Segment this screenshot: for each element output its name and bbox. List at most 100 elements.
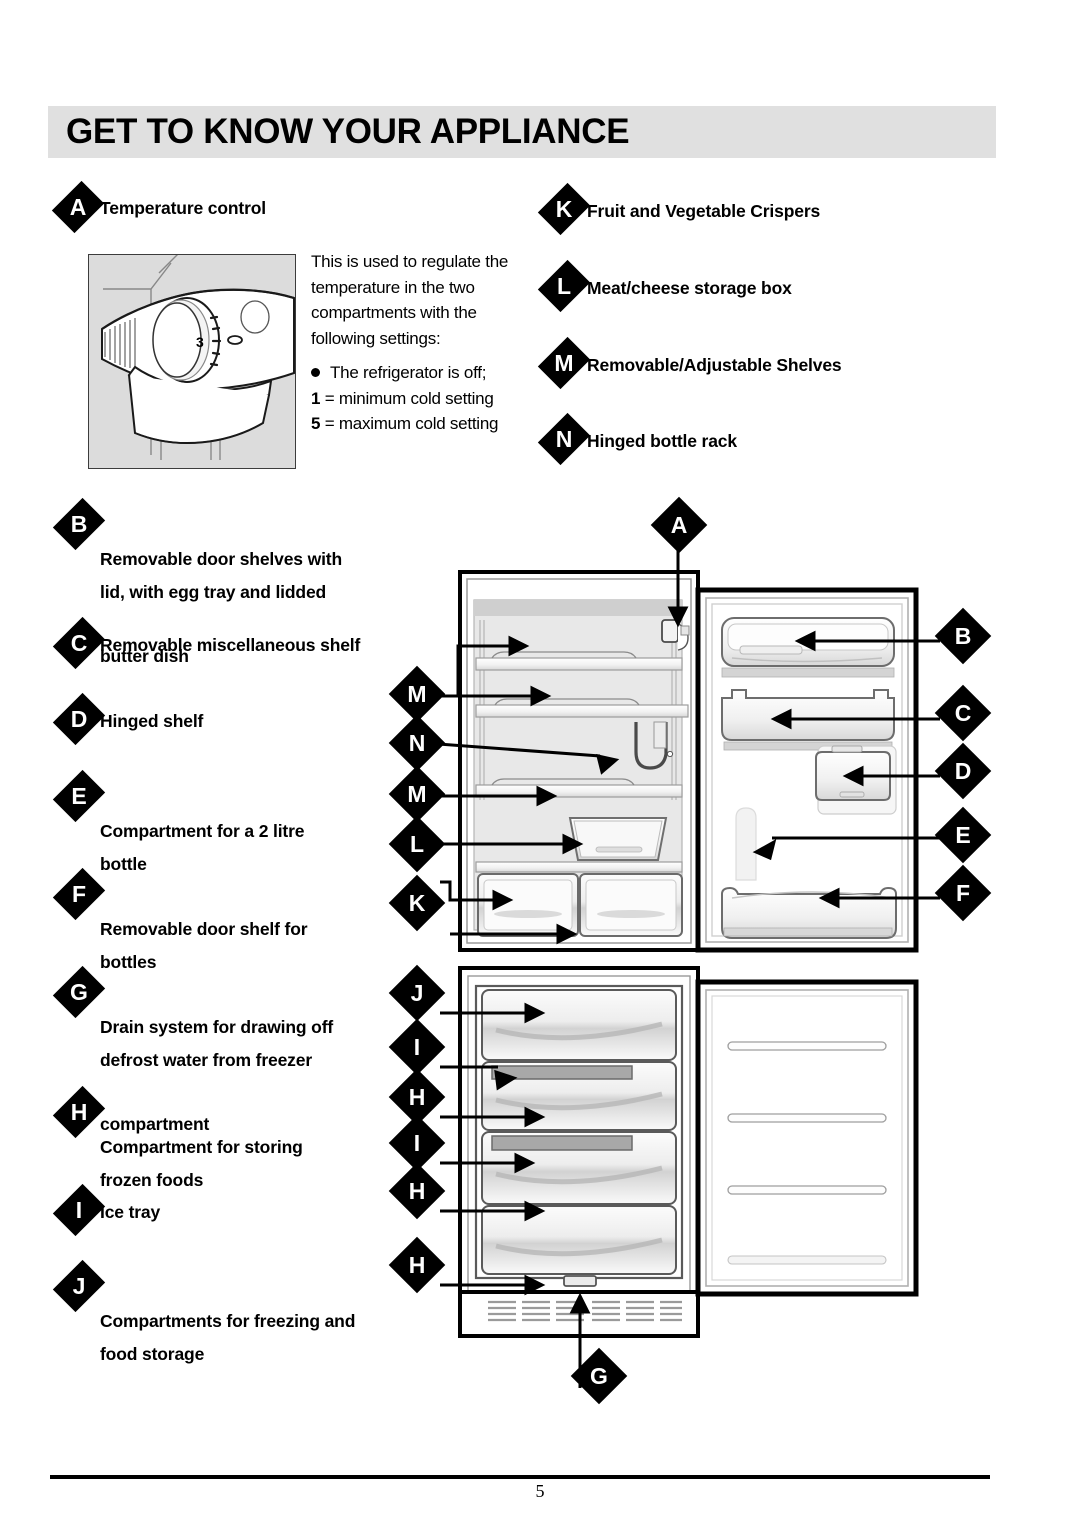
legend-marker-e: E	[52, 769, 106, 823]
thermostat-drawing: 3	[101, 255, 295, 460]
legend-marker-letter: F	[71, 880, 87, 907]
setting-row-off: The refrigerator is off;	[311, 360, 526, 386]
diagram-callout-letter: D	[954, 757, 972, 784]
legend-line-2: frozen foods	[100, 1170, 204, 1190]
legend-line-1: Compartment for a 2 litre	[100, 821, 305, 841]
legend-marker-letter: I	[75, 1196, 83, 1223]
legend-marker-d: D	[52, 692, 106, 746]
page-title: GET TO KNOW YOUR APPLIANCE	[66, 112, 630, 151]
diagram-callout-letter: I	[413, 1033, 421, 1060]
legend-marker-i: I	[52, 1183, 106, 1237]
diagram-callout-letter: H	[408, 1177, 426, 1204]
diagram-callout-m2: M	[388, 765, 446, 823]
diagram-callout-b: B	[934, 607, 992, 665]
diagram-callout-letter: K	[408, 889, 426, 916]
diagram-callout-i1: I	[388, 1018, 446, 1076]
legend-marker-f: F	[52, 867, 106, 921]
legend-line-2: bottles	[100, 952, 157, 972]
legend-marker-letter: B	[70, 510, 88, 537]
diagram-callout-letter: L	[409, 830, 425, 857]
freezer-drawer-third	[481, 1131, 677, 1205]
diagram-callout-f: F	[934, 864, 992, 922]
temperature-control-description: This is used to regulate the temperature…	[311, 252, 509, 348]
legend-label-l: Meat/cheese storage box	[587, 278, 792, 298]
footer-rule	[50, 1475, 990, 1479]
legend-marker-letter: K	[555, 195, 573, 222]
legend-marker-letter: H	[70, 1098, 88, 1125]
legend-label-m: Removable/Adjustable Shelves	[587, 355, 842, 375]
diagram-callout-letter: H	[408, 1251, 426, 1278]
diagram-callout-letter: B	[954, 622, 972, 649]
diagram-callout-letter: C	[954, 699, 972, 726]
legend-marker-letter: E	[71, 782, 87, 809]
legend-marker-g: G	[52, 965, 106, 1019]
diagram-callout-letter: G	[590, 1362, 608, 1389]
legend-line-1: Removable door shelves with	[100, 549, 342, 569]
door-shelf-bottles	[721, 886, 897, 939]
freezer-drawer-top	[481, 989, 677, 1061]
diagram-callout-m1: M	[388, 665, 446, 723]
diagram-callout-k: K	[388, 874, 446, 932]
legend-marker-l: L	[537, 259, 591, 313]
legend-line-1: Drain system for drawing off	[100, 1017, 334, 1037]
legend-marker-letter: M	[554, 349, 574, 376]
diagram-callout-letter: N	[408, 729, 426, 756]
legend-marker-letter: N	[555, 425, 573, 452]
legend-marker-m: M	[537, 336, 591, 390]
legend-label-n: Hinged bottle rack	[587, 431, 737, 451]
legend-marker-b: B	[52, 497, 106, 551]
legend-label-d: Hinged shelf	[100, 711, 204, 731]
legend-line-1: Compartment for storing	[100, 1137, 303, 1157]
legend-marker-letter: L	[556, 272, 572, 299]
diagram-callout-h2: H	[388, 1162, 446, 1220]
page-number: 5	[535, 1481, 545, 1501]
freezer-drawer-bottom	[481, 1205, 677, 1275]
diagram-callout-letter: H	[408, 1083, 426, 1110]
setting-row-min: 1 = minimum cold setting	[311, 386, 526, 412]
legend-line-1: Removable door shelf for	[100, 919, 308, 939]
diagram-callout-letter: F	[955, 879, 971, 906]
dial-value-text: 3	[196, 334, 204, 350]
setting-text-max: = maximum cold setting	[324, 414, 499, 433]
legend-line-2: defrost water from freezer	[100, 1050, 312, 1070]
meat-cheese-storage-box	[568, 817, 668, 861]
diagram-callout-h1: H	[388, 1068, 446, 1126]
legend-marker-n: N	[537, 412, 591, 466]
thermostat-illustration: 3	[88, 254, 296, 469]
legend-marker-k: K	[537, 182, 591, 236]
legend-label-b: Removable door shelves with lid, with eg…	[100, 510, 342, 703]
legend-label-j: Compartments for freezing and food stora…	[100, 1272, 355, 1404]
legend-marker-letter: G	[70, 978, 88, 1005]
legend-line-2: bottle	[100, 854, 147, 874]
setting-text-off: The refrigerator is off;	[330, 363, 487, 382]
fruit-vegetable-crispers	[477, 873, 683, 937]
legend-marker-letter: J	[72, 1272, 86, 1299]
refrigerator-diagram	[440, 526, 940, 1388]
legend-marker-h: H	[52, 1085, 106, 1139]
diagram-callout-c: C	[934, 684, 992, 742]
two-litre-bottle-compartment	[735, 807, 757, 881]
setting-text-min: = minimum cold setting	[324, 388, 494, 408]
freezer-cabinet	[458, 966, 700, 1338]
diagram-callout-l: L	[388, 815, 446, 873]
setting-symbol-max: 5	[311, 414, 321, 433]
diagram-callout-letter: M	[407, 780, 427, 807]
legend-label-k: Fruit and Vegetable Crispers	[587, 201, 821, 221]
temperature-control-settings: The refrigerator is off; 1 = minimum col…	[311, 360, 526, 437]
diagram-callout-letter: J	[410, 979, 424, 1006]
diagram-callout-letter: M	[407, 680, 427, 707]
legend-label-i: Ice tray	[100, 1202, 161, 1222]
legend-line-2: lid, with egg tray and lidded	[100, 582, 327, 602]
legend-marker-a: A	[51, 180, 105, 234]
diagram-callout-letter: I	[413, 1129, 421, 1156]
diagram-callout-h3: H	[388, 1236, 446, 1294]
legend-marker-letter: C	[70, 629, 88, 656]
diagram-callout-n: N	[388, 714, 446, 772]
legend-label-c: Removable miscellaneous shelf	[100, 635, 361, 655]
legend-line-2: food storage	[100, 1344, 205, 1364]
freezer-drawer-second	[481, 1061, 677, 1131]
legend-marker-c: C	[52, 616, 106, 670]
dot-icon	[311, 368, 320, 377]
legend-line-1: Compartments for freezing and	[100, 1311, 356, 1331]
setting-symbol-min: 1	[311, 388, 321, 408]
